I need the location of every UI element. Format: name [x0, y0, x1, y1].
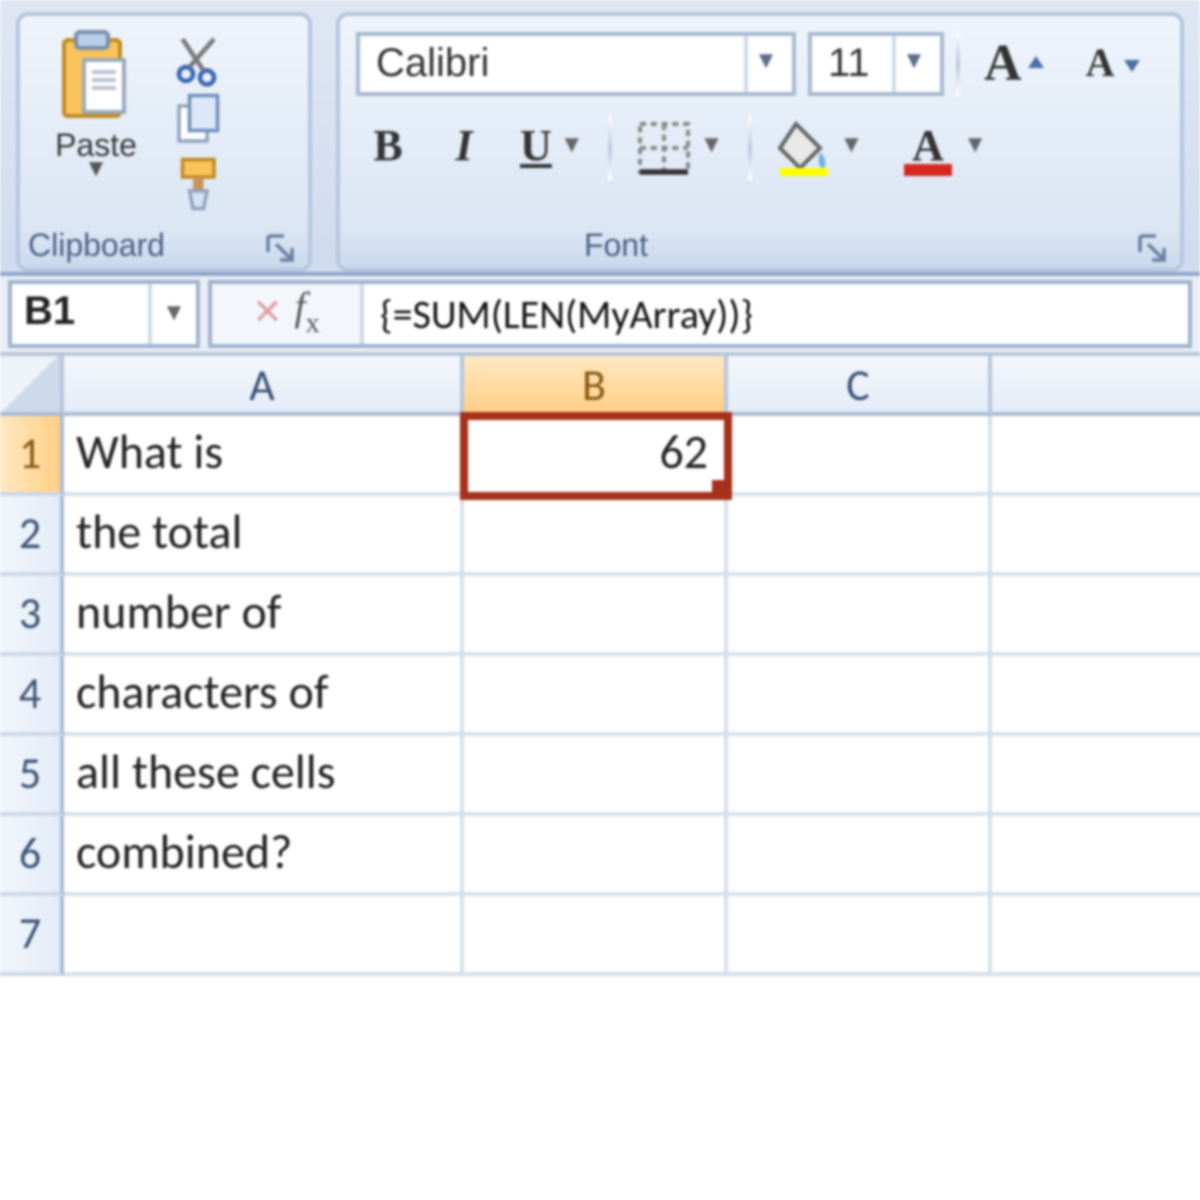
underline-icon: U	[520, 124, 552, 172]
cell-A5[interactable]: all these cells	[64, 736, 464, 816]
row-header-7[interactable]: 7	[0, 896, 64, 976]
chevron-down-icon[interactable]: ▼	[963, 136, 987, 160]
font-size-value: 11	[828, 42, 870, 86]
cancel-icon: ✕	[252, 292, 282, 336]
chevron-down-icon[interactable]: ▼	[560, 136, 584, 160]
font-color-icon: A	[899, 120, 955, 176]
scissors-icon	[172, 31, 228, 87]
ribbon: Paste ▼	[0, 0, 1200, 276]
name-box-value: B1	[24, 292, 75, 336]
decrease-font-icon: A	[1086, 42, 1115, 86]
row-header-4[interactable]: 4	[0, 656, 64, 736]
cell-B3[interactable]	[464, 576, 728, 656]
increase-font-button[interactable]: A	[972, 28, 1062, 100]
cell-A6[interactable]: combined?	[64, 816, 464, 896]
font-group: Calibri ▼ 11 ▼ A A	[336, 12, 1184, 272]
name-box[interactable]: B1 ▼	[8, 280, 200, 348]
cell-B5[interactable]	[464, 736, 728, 816]
increase-font-icon: A	[984, 32, 1022, 96]
cell-C5[interactable]	[728, 736, 992, 816]
cell-D6[interactable]	[992, 816, 1200, 896]
cell-B2[interactable]	[464, 496, 728, 576]
chevron-down-icon[interactable]: ▼	[700, 136, 724, 160]
paste-button[interactable]: Paste ▼	[32, 24, 160, 220]
cell-B1[interactable]: 62	[464, 416, 728, 496]
up-caret-icon	[1026, 52, 1050, 76]
cell-D7[interactable]	[992, 896, 1200, 976]
row-header-5[interactable]: 5	[0, 736, 64, 816]
paste-label: Paste	[55, 128, 137, 164]
cell-B6[interactable]	[464, 816, 728, 896]
clipboard-dialog-launcher[interactable]	[264, 230, 296, 262]
bold-button[interactable]: B	[356, 112, 420, 184]
col-header-B[interactable]: B	[464, 356, 728, 416]
chevron-down-icon[interactable]: ▼	[84, 164, 108, 180]
cell-A3[interactable]: number of	[64, 576, 464, 656]
worksheet-grid[interactable]: A B C 1 What is 62 2 the total 3 number …	[0, 356, 1200, 976]
cell-C6[interactable]	[728, 816, 992, 896]
row-header-2[interactable]: 2	[0, 496, 64, 576]
cell-A7[interactable]	[64, 896, 464, 976]
borders-icon	[636, 120, 692, 176]
cell-C2[interactable]	[728, 496, 992, 576]
cut-button[interactable]	[172, 31, 228, 87]
col-header-A[interactable]: A	[64, 356, 464, 416]
row-header-1[interactable]: 1	[0, 416, 64, 496]
divider	[747, 116, 751, 180]
paintbrush-icon	[172, 157, 228, 213]
cell-C7[interactable]	[728, 896, 992, 976]
cell-D5[interactable]	[992, 736, 1200, 816]
row-header-6[interactable]: 6	[0, 816, 64, 896]
down-caret-icon	[1119, 52, 1143, 76]
chevron-down-icon[interactable]: ▼	[148, 284, 196, 344]
fx-icon: fx	[295, 288, 320, 340]
decrease-font-button[interactable]: A	[1074, 28, 1155, 100]
font-name-value: Calibri	[376, 42, 489, 86]
cell-C1[interactable]	[728, 416, 992, 496]
format-painter-button[interactable]	[172, 157, 228, 213]
row-header-3[interactable]: 3	[0, 576, 64, 656]
font-group-label: Font	[584, 228, 648, 264]
paste-icon	[48, 28, 144, 124]
font-dialog-launcher[interactable]	[1136, 230, 1168, 262]
clipboard-group-label: Clipboard	[28, 228, 165, 264]
italic-button[interactable]: I	[432, 112, 496, 184]
borders-button[interactable]: ▼	[624, 112, 736, 184]
cell-A4[interactable]: characters of	[64, 656, 464, 736]
divider	[956, 32, 960, 96]
col-header-C[interactable]: C	[728, 356, 992, 416]
cell-A2[interactable]: the total	[64, 496, 464, 576]
cell-B7[interactable]	[464, 896, 728, 976]
divider	[608, 116, 612, 180]
clipboard-group: Paste ▼	[16, 12, 312, 272]
cell-A1[interactable]: What is	[64, 416, 464, 496]
underline-button[interactable]: U ▼	[508, 112, 596, 184]
cell-B4[interactable]	[464, 656, 728, 736]
formula-input[interactable]: {=SUM(LEN(MyArray))}	[364, 288, 753, 340]
cell-C3[interactable]	[728, 576, 992, 656]
select-all-corner[interactable]	[0, 356, 64, 416]
bucket-icon	[775, 120, 831, 176]
chevron-down-icon[interactable]: ▼	[744, 36, 784, 92]
cell-C4[interactable]	[728, 656, 992, 736]
cell-D4[interactable]	[992, 656, 1200, 736]
copy-icon	[172, 94, 228, 150]
chevron-down-icon[interactable]: ▼	[892, 36, 932, 92]
cell-D3[interactable]	[992, 576, 1200, 656]
svg-text:A: A	[911, 121, 943, 170]
copy-button[interactable]	[172, 94, 228, 150]
cell-D2[interactable]	[992, 496, 1200, 576]
col-header-D[interactable]	[992, 356, 1200, 416]
cell-D1[interactable]	[992, 416, 1200, 496]
fill-color-button[interactable]: ▼	[763, 112, 875, 184]
chevron-down-icon[interactable]: ▼	[839, 136, 863, 160]
font-size-combo[interactable]: 11 ▼	[808, 32, 944, 96]
font-name-combo[interactable]: Calibri ▼	[356, 32, 796, 96]
formula-bar: B1 ▼ ✕ fx {=SUM(LEN(MyArray))}	[0, 276, 1200, 356]
insert-function-button[interactable]: ✕ fx	[212, 284, 364, 344]
font-color-button[interactable]: A ▼	[887, 112, 999, 184]
